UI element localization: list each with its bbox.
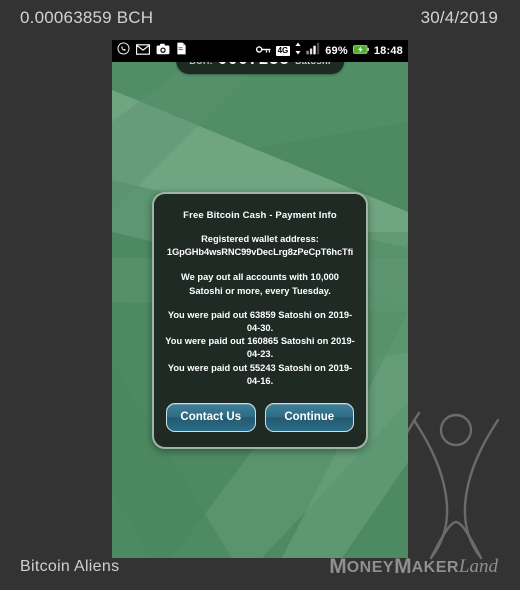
key-icon xyxy=(255,42,271,60)
status-bar-system-icons: 4G 69% 18:48 xyxy=(255,40,403,62)
email-icon xyxy=(136,42,150,60)
phone-screen: BCH: 0007255 Satoshi Free Bitcoin Cash -… xyxy=(112,40,408,558)
battery-charging-icon xyxy=(352,42,369,60)
logo-land: Land xyxy=(458,556,498,577)
wallet-address-heading: Registered wallet address: xyxy=(201,234,319,244)
wallet-address-block: Registered wallet address: 1GpGHb4wsRNC9… xyxy=(164,233,356,259)
dialog-title: Free Bitcoin Cash - Payment Info xyxy=(183,210,337,221)
screenshot-root: 0.00063859 BCH 30/4/2019 Free Bitcoin Ca… xyxy=(0,0,520,590)
document-icon xyxy=(176,42,187,60)
moneymakerland-logo: MONEYMAKERLand xyxy=(329,555,498,579)
android-status-bar: 4G 69% 18:48 xyxy=(112,40,408,62)
wallet-address-value: 1GpGHb4wsRNC99vDecLrg8zPeCpT6hcTfi xyxy=(166,247,354,258)
whatsapp-icon xyxy=(117,42,130,60)
dialog-button-row: Contact Us Continue xyxy=(164,402,356,434)
payment-info-dialog: Free Bitcoin Cash - Payment Info Registe… xyxy=(152,192,368,449)
logo-money: ONEY xyxy=(346,559,395,576)
contact-us-button[interactable]: Contact Us xyxy=(166,402,256,432)
signal-bars-icon xyxy=(306,42,320,60)
network-type-badge: 4G xyxy=(275,46,291,56)
battery-percent-label: 69% xyxy=(325,45,348,57)
payout-history-item: You were paid out 160865 Satoshi on 2019… xyxy=(165,336,355,360)
payout-history-list: You were paid out 63859 Satoshi on 2019-… xyxy=(164,309,356,388)
clock-label: 18:48 xyxy=(373,45,403,57)
page-footer: Bitcoin Aliens MONEYMAKERLand xyxy=(0,548,520,590)
payout-policy-text: We pay out all accounts with 10,000 Sato… xyxy=(181,272,339,296)
page-header: 0.00063859 BCH 30/4/2019 xyxy=(0,0,520,40)
data-transfer-arrows-icon xyxy=(295,42,301,60)
logo-m2: M xyxy=(394,555,412,578)
continue-button[interactable]: Continue xyxy=(264,402,354,432)
payout-history-item: You were paid out 55243 Satoshi on 2019-… xyxy=(167,362,353,386)
payout-history-item: You were paid out 63859 Satoshi on 2019-… xyxy=(167,309,353,333)
status-bar-notification-icons xyxy=(117,40,187,62)
logo-maker: AKER xyxy=(411,559,459,576)
logo-m1: M xyxy=(329,555,347,578)
footer-app-name: Bitcoin Aliens xyxy=(20,558,120,575)
header-balance-amount: 0.00063859 BCH xyxy=(20,8,154,27)
header-date: 30/4/2019 xyxy=(420,8,498,27)
camera-icon xyxy=(156,42,170,60)
